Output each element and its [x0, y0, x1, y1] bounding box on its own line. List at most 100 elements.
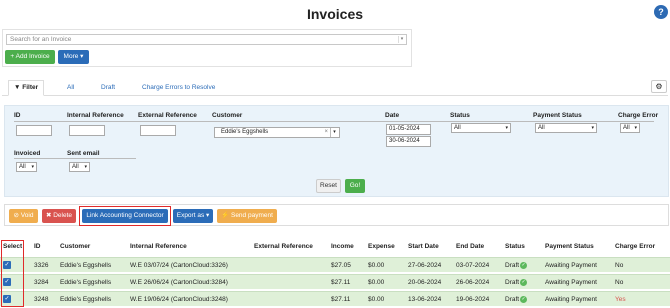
- chevron-down-icon: ▾: [591, 125, 594, 131]
- search-panel: ▾ + Add Invoice More ▾: [2, 29, 412, 67]
- row-charge-error: No: [615, 262, 624, 269]
- tab-charge-errors[interactable]: Charge Errors to Resolve: [142, 81, 215, 94]
- check-circle-icon: ✓: [520, 296, 528, 303]
- customer-filter-label: Customer: [212, 112, 243, 119]
- chevron-down-icon: ▾: [634, 125, 637, 131]
- row-customer: Eddie's Eggshells: [60, 296, 112, 303]
- chevron-down-icon[interactable]: ▾: [330, 128, 338, 137]
- row-start-date: 20-06-2024: [408, 279, 442, 286]
- row-end-date: 26-06-2024: [456, 279, 490, 286]
- column-header-expense[interactable]: Expense: [368, 243, 395, 250]
- row-payment-status: Awaiting Payment: [545, 279, 597, 286]
- row-charge-error: Yes: [615, 296, 626, 303]
- go-button[interactable]: Go!: [345, 179, 365, 193]
- filter-icon: ▼: [14, 84, 21, 91]
- payment-status-filter-label: Payment Status: [533, 112, 582, 119]
- external-ref-filter-input[interactable]: [140, 125, 176, 136]
- payment-status-filter-select[interactable]: All ▾: [535, 123, 597, 133]
- column-header-charge-error[interactable]: Charge Error: [615, 243, 655, 250]
- date-from-input[interactable]: 01-05-2024: [386, 124, 431, 135]
- invoiced-filter-select[interactable]: All ▾: [16, 162, 37, 172]
- column-header-start-date[interactable]: Start Date: [408, 243, 439, 250]
- row-internal-reference: W.E 19/06/24 (CartonCloud:3248): [130, 296, 228, 303]
- column-header-external-reference[interactable]: External Reference: [254, 243, 313, 250]
- select-column-highlight: [1, 240, 24, 307]
- column-header-payment-status[interactable]: Payment Status: [545, 243, 594, 250]
- row-expense: $0.00: [368, 279, 385, 286]
- row-internal-reference: W.E 03/07/24 (CartonCloud:3326): [130, 262, 228, 269]
- row-customer: Eddie's Eggshells: [60, 262, 112, 269]
- tab-draft[interactable]: Draft: [101, 81, 115, 94]
- filter-panel: ID Internal Reference External Reference…: [4, 105, 669, 197]
- check-circle-icon: ✓: [520, 279, 528, 286]
- row-status: Draft ✓: [505, 279, 528, 287]
- row-id: 3248: [34, 296, 49, 303]
- row-id: 3284: [34, 279, 49, 286]
- chevron-down-icon: ▾: [31, 164, 34, 170]
- highlight-box: [79, 206, 171, 226]
- customer-filter-select[interactable]: Eddie's Eggshells × ▾: [214, 127, 340, 138]
- row-expense: $0.00: [368, 262, 385, 269]
- column-header-customer[interactable]: Customer: [60, 243, 90, 250]
- gear-icon[interactable]: ⚙: [651, 80, 667, 93]
- row-payment-status: Awaiting Payment: [545, 262, 597, 269]
- table-row[interactable]: ✓ 3248 Eddie's Eggshells W.E 19/06/24 (C…: [0, 291, 670, 306]
- row-expense: $0.00: [368, 296, 385, 303]
- row-start-date: 13-06-2024: [408, 296, 442, 303]
- sent-email-filter-select[interactable]: All ▾: [69, 162, 90, 172]
- action-bar: ⊘ Void ✖ Delete Link Accounting Connecto…: [4, 204, 669, 226]
- void-button[interactable]: ⊘ Void: [9, 209, 38, 223]
- row-income: $27.11: [331, 296, 351, 303]
- question-icon[interactable]: ?: [654, 5, 668, 19]
- internal-ref-filter-label: Internal Reference: [67, 112, 124, 119]
- row-end-date: 03-07-2024: [456, 262, 490, 269]
- check-circle-icon: ✓: [520, 262, 528, 269]
- chevron-down-icon: ▾: [84, 164, 87, 170]
- external-ref-filter-label: External Reference: [138, 112, 197, 119]
- row-start-date: 27-06-2024: [408, 262, 442, 269]
- table-row[interactable]: ✓ 3284 Eddie's Eggshells W.E 26/06/24 (C…: [0, 274, 670, 289]
- column-header-end-date[interactable]: End Date: [456, 243, 484, 250]
- customer-value: Eddie's Eggshells: [221, 129, 269, 135]
- more-button[interactable]: More ▾: [58, 50, 89, 64]
- page-title: Invoices: [306, 6, 364, 22]
- table-row[interactable]: ✓ 3326 Eddie's Eggshells W.E 03/07/24 (C…: [0, 257, 670, 272]
- search-box[interactable]: ▾: [6, 34, 407, 45]
- date-filter-label: Date: [385, 112, 400, 119]
- status-filter-select[interactable]: All ▾: [451, 123, 511, 133]
- search-input[interactable]: [7, 35, 399, 44]
- reset-button[interactable]: Reset: [316, 179, 341, 193]
- id-filter-label: ID: [14, 112, 21, 119]
- status-filter-label: Status: [450, 112, 470, 119]
- column-header-internal-reference[interactable]: Internal Reference: [130, 243, 187, 250]
- date-to-input[interactable]: 30-06-2024: [386, 136, 431, 147]
- tab-bar: ▼ Filter All Draft Charge Errors to Reso…: [2, 79, 668, 96]
- row-id: 3326: [34, 262, 49, 269]
- send-payment-button[interactable]: ⚡ Send payment: [217, 209, 277, 223]
- charge-error-filter-select[interactable]: All ▾: [620, 123, 640, 133]
- id-filter-input[interactable]: [16, 125, 52, 136]
- tab-all[interactable]: All: [67, 81, 74, 94]
- export-button[interactable]: Export as ▾: [173, 209, 213, 223]
- row-income: $27.05: [331, 262, 351, 269]
- column-header-income[interactable]: Income: [331, 243, 354, 250]
- column-header-status[interactable]: Status: [505, 243, 525, 250]
- row-end-date: 19-06-2024: [456, 296, 490, 303]
- row-status: Draft ✓: [505, 262, 528, 270]
- invoiced-filter-label: Invoiced: [14, 150, 41, 157]
- clear-icon[interactable]: ×: [324, 128, 328, 137]
- row-customer: Eddie's Eggshells: [60, 279, 112, 286]
- charge-error-filter-label: Charge Error: [618, 112, 659, 119]
- filter-divider-2: [14, 158, 136, 159]
- tab-filter[interactable]: ▼ Filter: [8, 80, 45, 96]
- column-header-id[interactable]: ID: [34, 243, 41, 250]
- row-payment-status: Awaiting Payment: [545, 296, 597, 303]
- row-status: Draft ✓: [505, 296, 528, 304]
- add-invoice-button[interactable]: + Add Invoice: [5, 50, 55, 64]
- sent-email-filter-label: Sent email: [67, 150, 100, 157]
- chevron-down-icon[interactable]: ▾: [398, 36, 405, 43]
- delete-button[interactable]: ✖ Delete: [42, 209, 76, 223]
- row-charge-error: No: [615, 279, 624, 286]
- row-internal-reference: W.E 26/06/24 (CartonCloud:3284): [130, 279, 228, 286]
- internal-ref-filter-input[interactable]: [69, 125, 105, 136]
